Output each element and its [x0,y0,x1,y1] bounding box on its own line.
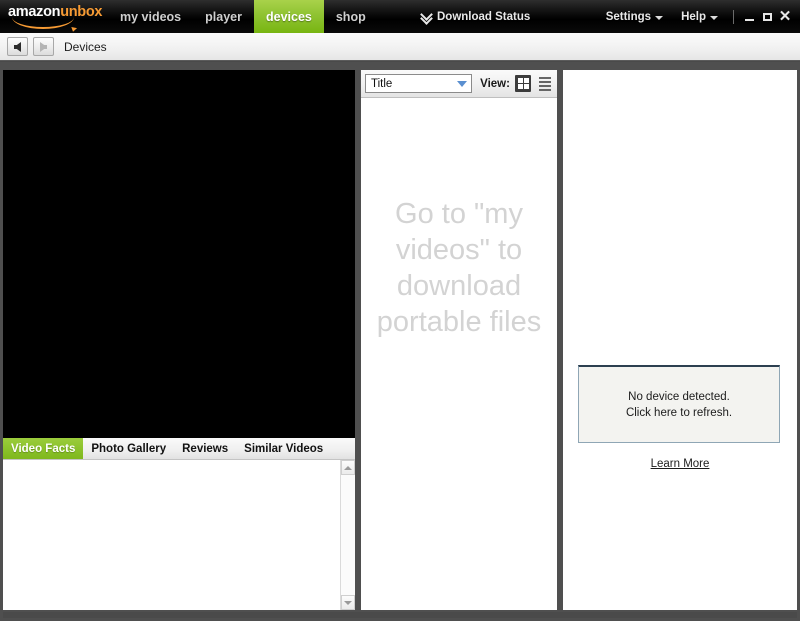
tab-photo-gallery[interactable]: Photo Gallery [83,438,174,459]
settings-menu-label: Settings [605,10,652,23]
triangle-down-glyph [344,600,352,605]
chevron-down-icon [457,81,468,87]
grid-view-glyph [517,78,529,89]
tab-reviews[interactable]: Reviews [174,438,236,459]
middle-panel-empty-state: Go to "my videos" to download portable f… [361,98,557,610]
breadcrumb-bar: Devices [0,33,800,61]
breadcrumb-label: Devices [64,39,107,54]
tab-similar-videos[interactable]: Similar Videos [236,438,331,459]
main-navigation-tabs: my videos player devices shop [108,0,378,33]
left-panel: Video Facts Photo Gallery Reviews Simila… [3,70,355,610]
view-label: View: [480,77,510,90]
video-player-stage[interactable] [3,70,355,438]
help-menu-button[interactable]: Help [672,0,727,33]
scroll-up-icon[interactable] [341,460,355,475]
close-icon[interactable]: ✕ [776,7,794,27]
right-panel: No device detected. Click here to refres… [563,70,797,610]
detail-tab-content [3,460,355,610]
chevron-down-icon [655,15,664,20]
nav-tab-player[interactable]: player [193,0,254,33]
toolbar-divider [733,9,734,24]
scrollbar-track[interactable] [341,475,355,595]
sort-select-value: Title [371,77,393,90]
sort-select[interactable]: Title [365,74,473,93]
middle-panel-toolbar: Title View: [361,70,557,98]
list-view-icon[interactable] [536,75,553,92]
scroll-down-icon[interactable] [341,595,355,610]
minimize-icon[interactable] [740,7,758,27]
nav-tab-devices[interactable]: devices [253,0,324,33]
window-controls-group: Settings Help ✕ [597,0,794,33]
chevron-down-icon [710,15,718,20]
title-bar: amazonunbox my videos player devices sho… [0,0,800,33]
detail-tabs: Video Facts Photo Gallery Reviews Simila… [3,438,355,460]
no-device-detected-message: No device detected. Click here to refres… [625,390,733,419]
detail-scrollbar[interactable] [340,460,355,610]
download-status-label: Download Status [437,10,531,23]
nav-tab-shop[interactable]: shop [324,0,378,33]
grid-view-icon[interactable] [514,75,532,92]
arrow-left-icon [14,41,21,52]
maximize-icon[interactable] [758,7,776,27]
forward-button[interactable] [33,37,54,56]
nav-tab-my-videos[interactable]: my videos [108,0,193,33]
application-window: amazonunbox my videos player devices sho… [0,0,800,621]
amazon-unbox-logo[interactable]: amazonunbox [8,5,104,29]
tab-video-facts[interactable]: Video Facts [3,438,84,459]
download-status-button[interactable]: Download Status [421,0,530,33]
chevron-double-down-icon [421,11,432,23]
back-button[interactable] [7,37,28,56]
settings-menu-button[interactable]: Settings [597,0,672,33]
list-view-glyph [538,76,551,91]
triangle-up-glyph [344,465,352,470]
middle-panel: Title View: Go to "my videos" to downloa… [361,70,557,610]
amazon-smile-icon [12,17,74,29]
work-area: Video Facts Photo Gallery Reviews Simila… [0,62,800,612]
help-menu-label: Help [681,10,706,23]
no-device-detected-box[interactable]: No device detected. Click here to refres… [578,365,780,443]
learn-more-link[interactable]: Learn More [563,458,797,470]
middle-panel-empty-message: Go to "my videos" to download portable f… [376,198,542,338]
arrow-right-icon [40,41,47,52]
